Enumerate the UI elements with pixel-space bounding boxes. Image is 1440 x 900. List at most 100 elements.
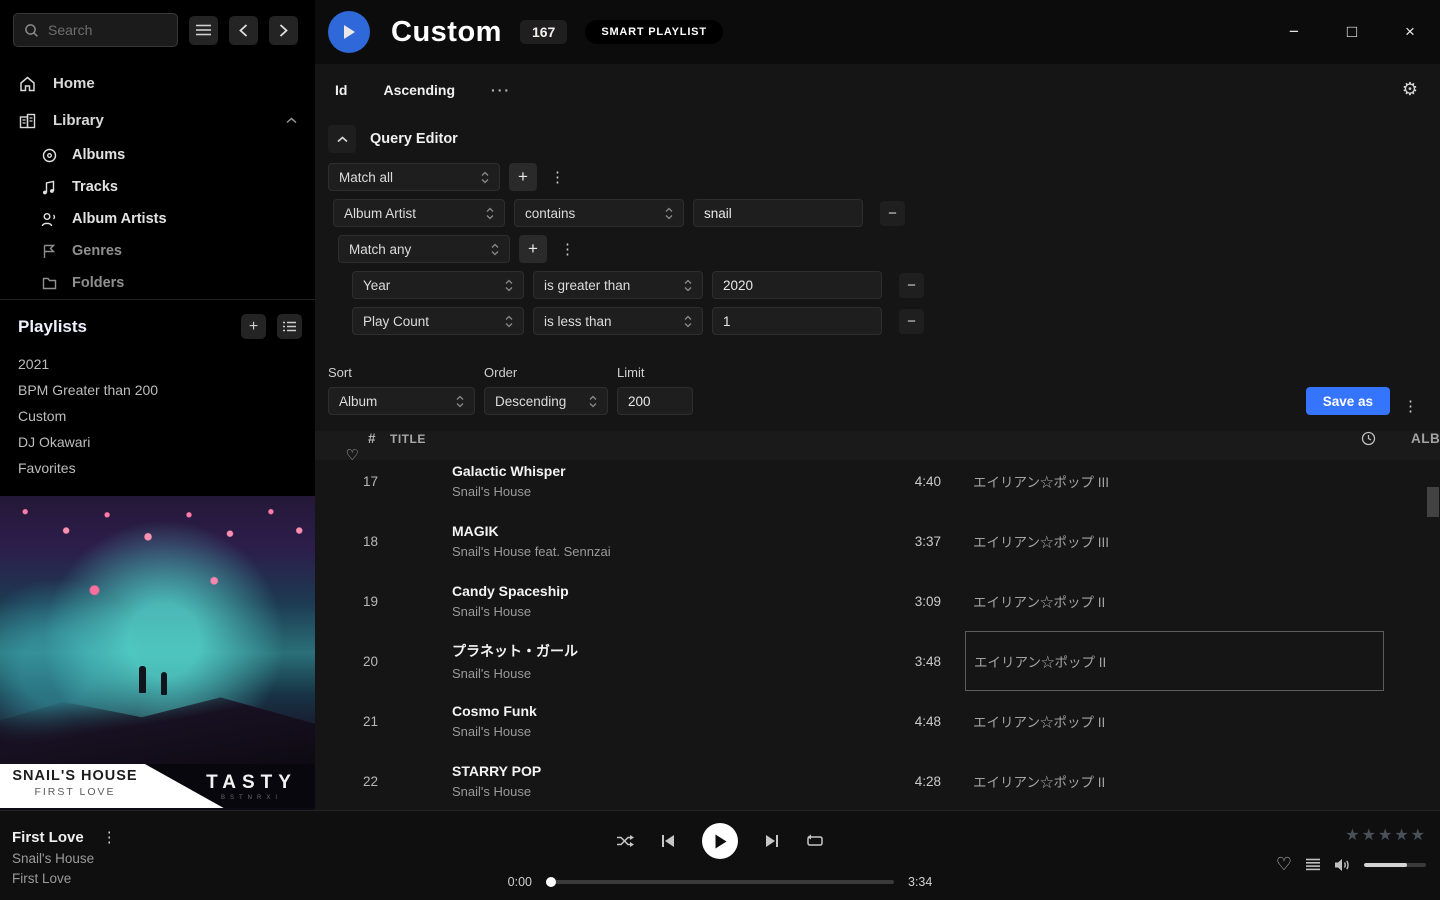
- sidebar-item-album-artists[interactable]: Album Artists: [0, 203, 315, 235]
- match-any-select[interactable]: Match any: [338, 235, 510, 263]
- table-row[interactable]: 22 STARRY POPSnail's House 4:28 エイリアン☆ポッ…: [315, 751, 1440, 810]
- next-track-button[interactable]: [765, 834, 779, 848]
- rule-field-select[interactable]: Play Count: [352, 307, 524, 335]
- sort-select[interactable]: Album: [328, 387, 475, 415]
- minimize-button[interactable]: −: [1277, 15, 1311, 49]
- now-playing-artist[interactable]: Snail's House: [12, 851, 480, 866]
- rule-field-select[interactable]: Year: [352, 271, 524, 299]
- star-icon[interactable]: ★: [1362, 825, 1377, 845]
- now-playing-title[interactable]: First Love: [12, 829, 84, 846]
- more-options-button[interactable]: ···: [491, 82, 511, 98]
- rule-menu-button[interactable]: ⋮: [556, 240, 579, 258]
- maximize-button[interactable]: □: [1335, 15, 1369, 49]
- queue-button[interactable]: [1305, 858, 1321, 871]
- remove-rule-button[interactable]: −: [899, 309, 924, 334]
- playlist-item[interactable]: DJ Okawari: [18, 429, 302, 455]
- track-album[interactable]: エイリアン☆ポップ III: [946, 511, 1384, 571]
- sidebar-item-folders[interactable]: Folders: [0, 267, 315, 299]
- table-row[interactable]: 20 プラネット・ガールSnail's House 3:48 エイリアン☆ポップ…: [315, 631, 1440, 691]
- repeat-button[interactable]: [806, 834, 824, 848]
- playlist-list-button[interactable]: [277, 314, 302, 339]
- search-field[interactable]: [48, 22, 148, 38]
- track-album[interactable]: エイリアン☆ポップ II: [946, 691, 1384, 751]
- volume-slider[interactable]: [1364, 863, 1426, 867]
- play-pause-button[interactable]: [702, 823, 738, 859]
- limit-input[interactable]: [617, 387, 693, 415]
- table-row[interactable]: 21 Cosmo FunkSnail's House 4:48 エイリアン☆ポッ…: [315, 691, 1440, 751]
- table-row[interactable]: 19 Candy SpaceshipSnail's House 3:09 エイリ…: [315, 571, 1440, 631]
- table-row[interactable]: 17 Galactic WhisperSnail's House 4:40 エイ…: [315, 460, 1440, 511]
- seek-knob[interactable]: [546, 877, 556, 887]
- table-row[interactable]: 18 MAGIKSnail's House feat. Sennzai 3:37…: [315, 511, 1440, 571]
- track-artist[interactable]: Snail's House: [452, 604, 861, 619]
- sidebar-item-home[interactable]: Home: [0, 65, 315, 102]
- flag-icon: [40, 244, 58, 259]
- column-header-number[interactable]: #: [315, 431, 390, 446]
- playlist-item[interactable]: Custom: [18, 403, 302, 429]
- rating-stars[interactable]: ★★★★★: [1345, 825, 1426, 845]
- track-album[interactable]: エイリアン☆ポップ II: [946, 571, 1384, 631]
- scrollbar-thumb[interactable]: [1427, 487, 1439, 517]
- order-select[interactable]: Descending: [484, 387, 608, 415]
- rule-menu-button[interactable]: ⋮: [546, 168, 569, 186]
- add-playlist-button[interactable]: +: [241, 314, 266, 339]
- track-album-focused-cell[interactable]: エイリアン☆ポップ II: [965, 631, 1384, 691]
- nav-back-button[interactable]: [229, 16, 258, 45]
- previous-track-button[interactable]: [661, 834, 675, 848]
- playlist-item[interactable]: BPM Greater than 200: [18, 377, 302, 403]
- track-artist[interactable]: Snail's House: [452, 724, 861, 739]
- nav-forward-button[interactable]: [269, 16, 298, 45]
- volume-button[interactable]: [1334, 858, 1351, 872]
- rule-value-input[interactable]: [693, 199, 863, 227]
- rule-operator-select[interactable]: is less than: [533, 307, 703, 335]
- rule-value-input[interactable]: [712, 271, 882, 299]
- play-playlist-button[interactable]: [328, 11, 370, 53]
- track-artist[interactable]: Snail's House: [452, 484, 861, 499]
- playlist-item[interactable]: 2021: [18, 351, 302, 377]
- save-as-button[interactable]: Save as: [1306, 387, 1390, 415]
- now-playing-album[interactable]: First Love: [12, 871, 480, 886]
- track-artist[interactable]: Snail's House: [452, 784, 861, 799]
- star-icon[interactable]: ★: [1378, 825, 1393, 845]
- track-artist[interactable]: Snail's House: [452, 666, 861, 681]
- rule-value-input[interactable]: [712, 307, 882, 335]
- remove-rule-button[interactable]: −: [899, 273, 924, 298]
- sort-field-button[interactable]: Id: [335, 82, 347, 98]
- track-artist[interactable]: Snail's House feat. Sennzai: [452, 544, 861, 559]
- track-title: MAGIK: [452, 523, 861, 539]
- close-button[interactable]: ×: [1393, 15, 1427, 49]
- add-rule-button[interactable]: +: [509, 163, 537, 191]
- search-input[interactable]: [13, 13, 178, 47]
- remove-rule-button[interactable]: −: [880, 201, 905, 226]
- sidebar-item-genres[interactable]: Genres: [0, 235, 315, 267]
- now-playing-album-art[interactable]: SNAIL'S HOUSE FIRST LOVE TASTY BSTNRXI: [0, 496, 315, 810]
- rule-operator-select[interactable]: is greater than: [533, 271, 703, 299]
- collapse-query-editor-button[interactable]: [328, 125, 356, 153]
- playlist-item[interactable]: Favorites: [18, 455, 302, 481]
- shuffle-button[interactable]: [616, 834, 634, 848]
- favorite-button[interactable]: ♡: [1276, 854, 1292, 875]
- table-scrollbar[interactable]: [1426, 460, 1440, 810]
- sidebar-item-albums[interactable]: Albums: [0, 139, 315, 171]
- now-playing-menu-button[interactable]: ⋮: [98, 828, 121, 846]
- seek-slider[interactable]: [546, 880, 894, 884]
- star-icon[interactable]: ★: [1345, 825, 1360, 845]
- star-icon[interactable]: ★: [1394, 825, 1409, 845]
- match-all-select[interactable]: Match all: [328, 163, 500, 191]
- track-album[interactable]: エイリアン☆ポップ III: [946, 460, 1384, 511]
- sidebar-item-library[interactable]: Library: [0, 102, 315, 139]
- column-header-duration[interactable]: [946, 431, 1384, 446]
- menu-button[interactable]: [189, 16, 218, 45]
- rule-field-select[interactable]: Album Artist: [333, 199, 505, 227]
- column-header-album[interactable]: ALBUM: [1384, 431, 1440, 446]
- chevron-up-icon[interactable]: [286, 117, 297, 124]
- add-rule-button[interactable]: +: [519, 235, 547, 263]
- column-header-title[interactable]: TITLE: [390, 432, 871, 446]
- save-menu-button[interactable]: ⋮: [1399, 397, 1422, 415]
- sort-order-button[interactable]: Ascending: [383, 82, 455, 98]
- track-album[interactable]: エイリアン☆ポップ II: [946, 751, 1384, 810]
- rule-operator-select[interactable]: contains: [514, 199, 684, 227]
- sidebar-item-tracks[interactable]: Tracks: [0, 171, 315, 203]
- star-icon[interactable]: ★: [1411, 825, 1426, 845]
- gear-icon[interactable]: ⚙: [1402, 79, 1418, 100]
